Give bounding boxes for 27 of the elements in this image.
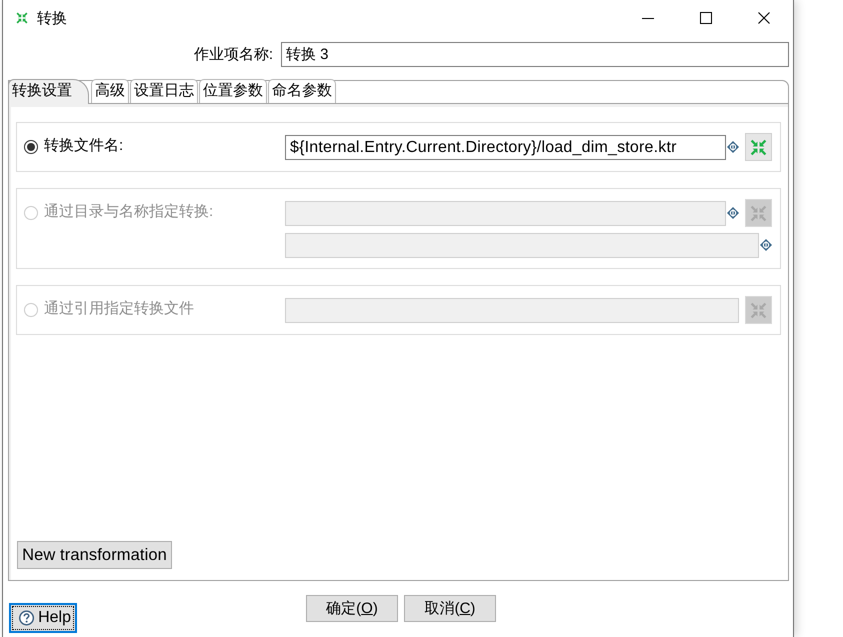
arrows-inward-icon — [16, 12, 28, 24]
option-label: 通过引用指定转换文件 — [44, 299, 194, 318]
window-title: 转换 — [37, 8, 67, 28]
tab[interactable]: 命名参数 — [268, 79, 336, 103]
field-label: 作业项名称: — [194, 45, 273, 64]
maximize-icon[interactable] — [700, 12, 712, 24]
arrows-inward-icon — [750, 302, 767, 318]
input-field[interactable]: 转换 3 — [281, 42, 789, 67]
cancel-button[interactable]: 取消(C) — [404, 595, 496, 622]
tab[interactable]: 高级 — [91, 79, 129, 103]
help-button[interactable]: Help — [9, 603, 77, 633]
ok-button[interactable]: 确定(O) — [306, 595, 398, 622]
input-field[interactable] — [285, 200, 726, 226]
option-label: 转换文件名: — [44, 136, 124, 155]
browse-button[interactable] — [745, 133, 772, 161]
help-icon — [19, 610, 34, 626]
option-label: 通过目录与名称指定转换: — [44, 202, 214, 221]
new-transformation-button[interactable]: New transformation — [17, 541, 172, 569]
close-icon[interactable] — [758, 12, 770, 24]
radio-button[interactable] — [24, 140, 38, 154]
input-field[interactable]: ${Internal.Entry.Current.Directory}/load_dim_store.ktr — [285, 134, 726, 160]
arrows-inward-icon — [750, 204, 767, 222]
tab[interactable]: 转换设置 — [8, 79, 89, 104]
tab[interactable]: 设置日志 — [130, 79, 198, 103]
dollar-icon[interactable] — [727, 141, 739, 153]
arrows-inward-icon — [750, 138, 767, 156]
tab[interactable]: 位置参数 — [199, 79, 267, 103]
